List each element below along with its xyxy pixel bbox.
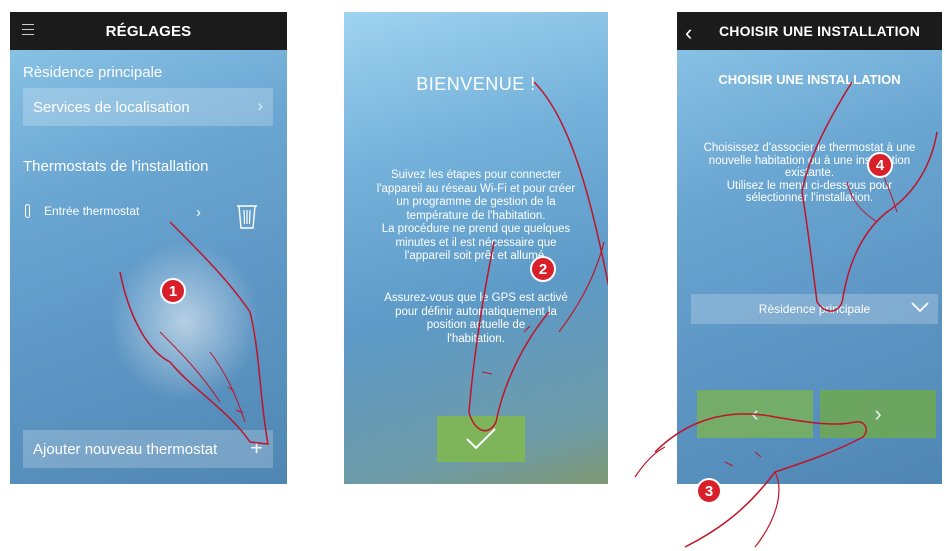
- page-title: RÉGLAGES: [105, 22, 192, 40]
- pointing-hand-illustration: [468, 81, 608, 432]
- pointing-hand-illustration: [801, 81, 938, 312]
- location-services-row[interactable]: Services de localisation ›: [23, 88, 273, 126]
- location-services-label: Services de localisation: [33, 98, 190, 116]
- settings-screen: RÉGLAGES Rèsidence principale Services d…: [10, 12, 287, 484]
- step-badge: 1: [160, 278, 186, 304]
- section-residence-label: Rèsidence principale: [23, 64, 163, 81]
- menu-icon[interactable]: [22, 24, 34, 35]
- welcome-screen: BIENVENUE ! Suivez les étapes pour conne…: [344, 12, 608, 484]
- thermometer-icon: [25, 204, 30, 218]
- back-chevron-icon[interactable]: ‹: [685, 20, 693, 46]
- header-title: CHOISIR UNE INSTALLATION: [719, 23, 921, 39]
- top-bar: RÉGLAGES: [10, 12, 287, 50]
- chevron-right-icon: ›: [257, 96, 263, 115]
- step-badge: 4: [867, 152, 893, 178]
- pointing-hand-illustration: [634, 413, 867, 548]
- step-badge: 3: [696, 478, 722, 504]
- section-thermostats-label: Thermostats de l'installation: [23, 158, 209, 175]
- top-bar: ‹ CHOISIR UNE INSTALLATION: [677, 12, 942, 50]
- step-badge: 2: [530, 256, 556, 282]
- pointing-hand-illustration: [119, 221, 269, 445]
